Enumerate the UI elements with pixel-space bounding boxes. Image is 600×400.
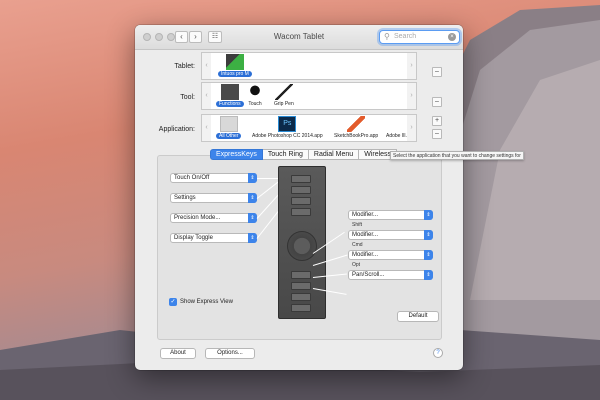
tablet-key-6 (291, 282, 311, 290)
expresskey-popup-4[interactable]: Display Toggle ⇕ (170, 233, 257, 243)
tablet-strip: ‹ Intuos pro M › (201, 52, 417, 80)
chevron-down-icon: ⇕ (424, 210, 433, 220)
tool-item-touch[interactable]: Touch (246, 84, 264, 107)
tool-item-functions[interactable]: Functions (216, 84, 244, 107)
application-strip: ‹ All Other Ps Adobe Photoshop CC 2014.a… (201, 114, 417, 142)
expresskey-value: Settings (174, 195, 196, 201)
search-placeholder: Search (394, 33, 417, 40)
expresskey-value: Touch On/Off (174, 175, 210, 181)
application-item-sketchbook[interactable]: SketchBookPro.app (334, 116, 378, 139)
remove-tool-button[interactable]: – (432, 97, 442, 107)
application-item-label: SketchBookPro.app (334, 133, 379, 139)
expresskey-value: Modifier... (352, 212, 379, 218)
remove-tablet-button[interactable]: – (432, 67, 442, 77)
expresskey-popup-3[interactable]: Precision Mode... ⇕ (170, 213, 257, 223)
tool-scroll-right[interactable]: › (407, 83, 416, 109)
tablet-key-7 (291, 293, 311, 301)
search-input[interactable]: ⚲ Search × (379, 30, 460, 44)
expresskey-value: Modifier... (352, 252, 379, 258)
tab-touch-ring[interactable]: Touch Ring (262, 149, 309, 160)
modifier-key-sublabel: Shift (352, 222, 363, 228)
pen-icon (274, 84, 293, 100)
tab-radial-menu[interactable]: Radial Menu (308, 149, 360, 160)
application-tooltip: Select the application that you want to … (390, 151, 524, 160)
expresskey-popup-8[interactable]: Pan/Scroll... ⇕ (348, 270, 433, 280)
tablet-scroll-right[interactable]: › (407, 53, 416, 79)
chevron-down-icon: ⇕ (424, 230, 433, 240)
magnifier-icon: ⚲ (384, 32, 390, 41)
expresskey-popup-2[interactable]: Settings ⇕ (170, 193, 257, 203)
illustrator-icon (389, 116, 407, 132)
tool-item-label: Touch (248, 101, 262, 107)
tablet-item-intuos[interactable]: Intuos pro M (218, 54, 252, 77)
tablet-key-4 (291, 208, 311, 216)
settings-tabs: ExpressKeys Touch Ring Radial Menu Wirel… (210, 149, 398, 160)
wacom-tablet-window: ‹ › ☷ Wacom Tablet ⚲ Search × Tablet: ‹ … (135, 25, 463, 370)
application-scroll-right[interactable]: › (407, 115, 416, 141)
tablet-key-1 (291, 175, 311, 183)
tab-expresskeys[interactable]: ExpressKeys (210, 149, 263, 160)
photoshop-icon: Ps (278, 116, 297, 132)
add-application-button[interactable]: + (432, 116, 442, 126)
application-item-photoshop[interactable]: Ps Adobe Photoshop CC 2014.app (252, 116, 323, 139)
title-bar: ‹ › ☷ Wacom Tablet ⚲ Search × (135, 25, 463, 50)
application-item-all-other[interactable]: All Other (216, 116, 242, 139)
functions-icon (220, 84, 239, 100)
tablet-key-8 (291, 304, 311, 312)
default-button[interactable]: Default (397, 311, 439, 322)
expresskey-popup-7[interactable]: Modifier... ⇕ (348, 250, 433, 260)
chevron-down-icon: ⇕ (424, 270, 433, 280)
expresskey-popup-1[interactable]: Touch On/Off ⇕ (170, 173, 257, 183)
application-row-label: Application: (158, 126, 195, 133)
touch-ring-diagram (287, 231, 317, 261)
expresskey-value: Display Toggle (174, 235, 213, 241)
show-express-view-checkbox[interactable]: ✓ (169, 298, 177, 306)
show-express-view-label: Show Express View (180, 299, 233, 305)
expresskey-value: Precision Mode... (174, 215, 221, 221)
clear-icon[interactable]: × (448, 33, 456, 41)
tool-item-grip-pen[interactable]: Grip Pen (274, 84, 294, 107)
application-item-label: All Other (216, 133, 242, 139)
help-icon[interactable]: ? (433, 348, 443, 358)
tablet-diagram (278, 166, 326, 319)
modifier-key-sublabel: Cmd (352, 242, 363, 248)
tablet-thumbnail-icon (225, 54, 244, 70)
tablet-item-label: Intuos pro M (218, 71, 252, 77)
expresskey-value: Modifier... (352, 232, 379, 238)
options-button[interactable]: Options... (205, 348, 255, 359)
expresskey-popup-6[interactable]: Modifier... ⇕ (348, 230, 433, 240)
application-item-label: Adobe Photoshop CC 2014.app (252, 133, 323, 139)
about-button[interactable]: About (160, 348, 196, 359)
all-other-icon (219, 116, 238, 132)
tool-item-label: Functions (216, 101, 244, 107)
tablet-row-label: Tablet: (174, 63, 195, 70)
tool-strip: ‹ Functions Touch Grip Pen › (201, 82, 417, 110)
tablet-scroll-left[interactable]: ‹ (202, 53, 211, 79)
tablet-key-5 (291, 271, 311, 279)
tool-item-label: Grip Pen (274, 101, 294, 107)
remove-application-button[interactable]: – (432, 129, 442, 139)
tablet-key-2 (291, 186, 311, 194)
application-scroll-left[interactable]: ‹ (202, 115, 211, 141)
sketchbook-icon (347, 116, 366, 132)
hand-icon (246, 84, 264, 100)
modifier-key-sublabel: Opt (352, 262, 361, 268)
expresskey-value: Pan/Scroll... (352, 272, 385, 278)
tool-row-label: Tool: (180, 94, 195, 101)
expresskey-popup-5[interactable]: Modifier... ⇕ (348, 210, 433, 220)
tool-scroll-left[interactable]: ‹ (202, 83, 211, 109)
chevron-down-icon: ⇕ (248, 173, 257, 183)
tablet-key-3 (291, 197, 311, 205)
chevron-down-icon: ⇕ (424, 250, 433, 260)
